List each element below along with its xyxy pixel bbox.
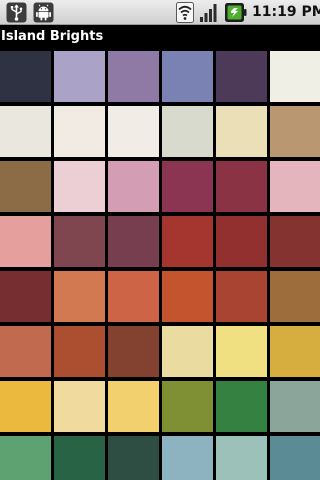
color-swatch[interactable] [270, 51, 320, 102]
color-swatch[interactable] [0, 381, 51, 432]
color-swatch[interactable] [108, 271, 159, 322]
title-bar: Island Brights [0, 25, 320, 48]
color-swatch[interactable] [270, 161, 320, 212]
color-swatch[interactable] [270, 106, 320, 157]
wifi-icon [176, 2, 194, 23]
color-swatch[interactable] [162, 381, 213, 432]
color-swatch-grid [0, 48, 320, 480]
color-swatch[interactable] [108, 161, 159, 212]
color-swatch[interactable] [0, 271, 51, 322]
signal-icon [200, 4, 217, 22]
color-swatch[interactable] [108, 51, 159, 102]
page-title: Island Brights [1, 29, 104, 44]
color-swatch[interactable] [216, 216, 267, 267]
color-swatch[interactable] [0, 326, 51, 377]
color-swatch[interactable] [216, 326, 267, 377]
color-swatch[interactable] [54, 106, 105, 157]
color-swatch[interactable] [54, 51, 105, 102]
color-swatch[interactable] [162, 51, 213, 102]
color-swatch[interactable] [0, 51, 51, 102]
color-swatch[interactable] [0, 436, 51, 480]
color-swatch[interactable] [108, 381, 159, 432]
android-icon [33, 2, 54, 23]
status-bar: 11:19 PM [0, 0, 320, 25]
color-swatch[interactable] [54, 326, 105, 377]
color-swatch[interactable] [108, 216, 159, 267]
color-swatch[interactable] [216, 106, 267, 157]
status-time: 11:19 PM [252, 4, 320, 20]
color-swatch[interactable] [162, 161, 213, 212]
color-swatch[interactable] [108, 436, 159, 480]
color-swatch[interactable] [270, 381, 320, 432]
color-swatch[interactable] [216, 381, 267, 432]
color-swatch[interactable] [0, 216, 51, 267]
color-swatch[interactable] [162, 271, 213, 322]
color-swatch[interactable] [54, 161, 105, 212]
color-swatch[interactable] [108, 106, 159, 157]
color-swatch[interactable] [162, 436, 213, 480]
color-swatch[interactable] [270, 326, 320, 377]
battery-icon [225, 3, 247, 22]
color-swatch[interactable] [0, 161, 51, 212]
color-swatch[interactable] [270, 271, 320, 322]
usb-icon [6, 2, 27, 23]
color-swatch[interactable] [0, 106, 51, 157]
color-swatch[interactable] [216, 436, 267, 480]
color-swatch[interactable] [54, 381, 105, 432]
color-swatch[interactable] [108, 326, 159, 377]
color-swatch[interactable] [270, 216, 320, 267]
color-swatch[interactable] [216, 51, 267, 102]
color-swatch[interactable] [270, 436, 320, 480]
color-swatch[interactable] [54, 216, 105, 267]
color-swatch[interactable] [54, 271, 105, 322]
color-swatch[interactable] [162, 106, 213, 157]
color-swatch[interactable] [216, 161, 267, 212]
color-swatch[interactable] [216, 271, 267, 322]
color-swatch[interactable] [162, 326, 213, 377]
color-swatch[interactable] [54, 436, 105, 480]
color-swatch[interactable] [162, 216, 213, 267]
